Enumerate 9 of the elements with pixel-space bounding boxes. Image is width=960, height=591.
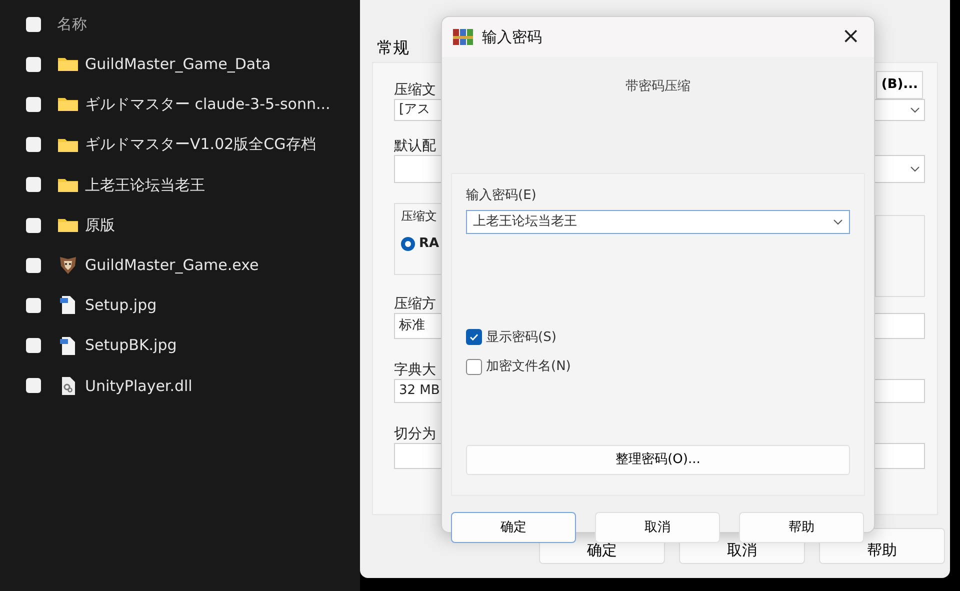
dialog-heading: 带密码压缩: [626, 79, 690, 94]
field-label: 默认配: [394, 137, 436, 155]
field-label: 压缩文: [394, 81, 436, 99]
group-label: 压缩文: [401, 208, 437, 224]
window-title: 输入密码: [482, 26, 543, 48]
field-label: 字典大: [394, 361, 436, 379]
field-label: 压缩方: [394, 295, 436, 313]
field-label: 输入密码(E): [466, 187, 538, 205]
field-label: 切分为: [394, 425, 436, 443]
